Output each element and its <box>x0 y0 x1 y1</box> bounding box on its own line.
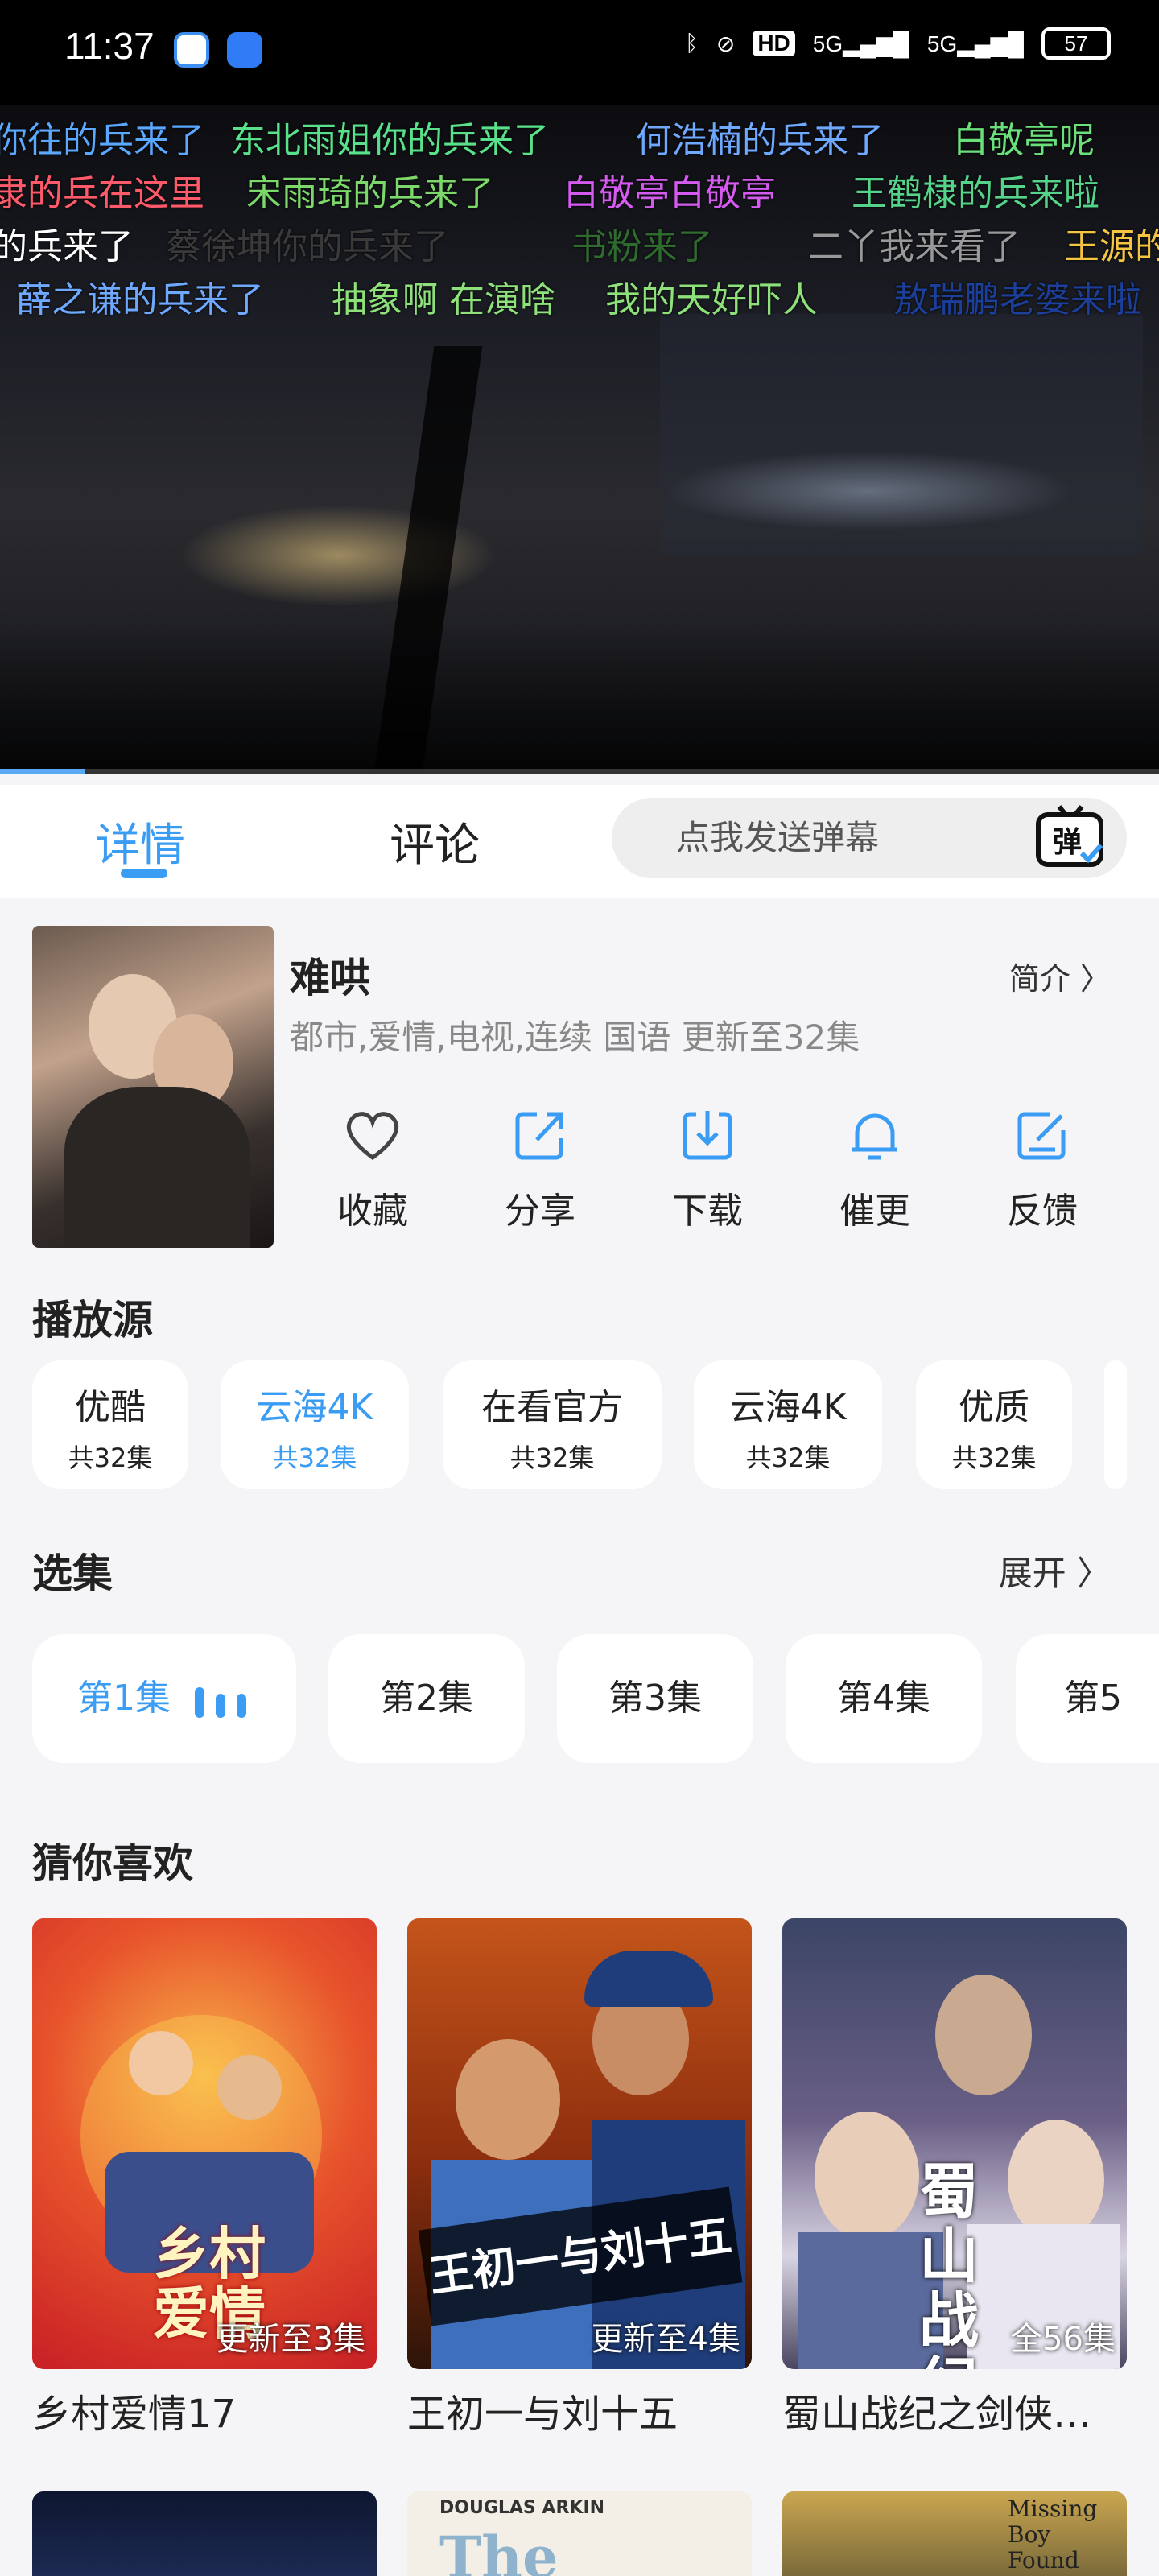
source-more-partial[interactable] <box>1104 1360 1127 1489</box>
show-title: 难哄 <box>290 955 370 1001</box>
danmaku-comment: 薛之谦的兵来了 <box>16 279 264 320</box>
status-bar: 11:37 ᛒ ⊘ HD 5G▂▄▆█ 5G▂▄▆█ 57 <box>0 0 1159 105</box>
source-youzhi[interactable]: 优质 共32集 <box>916 1360 1072 1489</box>
share-icon <box>515 1112 563 1160</box>
recommend-poster: 乡村爱情 更新至3集 <box>32 1918 377 2369</box>
chevron-right-icon: 〉 <box>1079 961 1111 997</box>
danmaku-comment: 白敬亭呢 <box>953 120 1095 161</box>
danmaku-comment: 王源的 <box>1064 226 1159 267</box>
feedback-button[interactable]: 反馈 <box>982 1103 1103 1233</box>
recommend-poster: 王初一与刘十五 更新至4集 <box>407 1918 752 2369</box>
source-yunhai-4k-active[interactable]: 云海4K 共32集 <box>221 1360 409 1489</box>
episode-1[interactable]: 第1集 <box>32 1634 296 1763</box>
danmaku-comment: 白敬亭白敬亭 <box>563 173 776 214</box>
danmaku-comment: 我的天好吓人 <box>605 279 818 320</box>
episode-count-badge: 全56集 <box>1010 2321 1116 2358</box>
recommend-heading: 猜你喜欢 <box>32 1840 193 1887</box>
recommend-card[interactable]: 蜀山战纪 全56集 蜀山战纪之剑侠… <box>782 1918 1127 2438</box>
feedback-icon <box>1017 1112 1066 1160</box>
danmaku-toggle-label: 弹 <box>1053 826 1082 859</box>
battery-icon: 57 <box>1041 27 1111 60</box>
update-badge: 更新至4集 <box>591 2321 740 2358</box>
poster-title: 蜀山战纪 <box>919 2157 979 2369</box>
poster-credit: DOUGLAS ARKIN <box>439 2498 605 2518</box>
danmaku-placeholder: 点我发送弹幕 <box>676 818 880 857</box>
danmaku-comment: 何浩楠的兵来了 <box>636 120 884 161</box>
source-zaikan-official[interactable]: 在看官方 共32集 <box>443 1360 662 1489</box>
show-poster[interactable] <box>32 926 274 1248</box>
foreground-shadow <box>0 620 1159 773</box>
source-youku[interactable]: 优酷 共32集 <box>32 1360 188 1489</box>
chevron-right-icon: 〉 <box>1076 1554 1111 1593</box>
progress-fill <box>0 769 85 774</box>
danmaku-comment: 宋雨琦的兵来了 <box>246 173 494 214</box>
danmaku-comment: 王鹤棣的兵来啦 <box>852 173 1099 214</box>
download-button[interactable]: 下载 <box>647 1103 768 1233</box>
recommend-title: 蜀山战纪之剑侠… <box>782 2392 1092 2437</box>
hd-badge: HD <box>753 31 795 56</box>
episodes-heading: 选集 <box>32 1550 113 1597</box>
share-button[interactable]: 分享 <box>480 1103 600 1233</box>
video-player[interactable]: 你往的兵来了 东北雨姐你的兵来了 何浩楠的兵来了 白敬亭呢隶的兵在这里 宋雨琦的兵来了 白… <box>0 105 1159 773</box>
episode-3[interactable]: 第3集 <box>557 1634 753 1763</box>
danmaku-comment: 二丫我来看了 <box>808 226 1021 267</box>
request-update-button[interactable]: 催更 <box>815 1103 935 1233</box>
show-meta: 都市,爱情,电视,连续 国语 更新至32集 <box>290 1018 860 1057</box>
danmaku-comment: 你往的兵来了 <box>0 120 204 161</box>
window-pane <box>660 314 1143 555</box>
episode-2[interactable]: 第2集 <box>328 1634 525 1763</box>
danmaku-comment: 隶的兵在这里 <box>0 173 204 214</box>
expand-episodes[interactable]: 展开 〉 <box>999 1546 1111 1596</box>
danmaku-comment: 的兵来了 <box>0 226 134 267</box>
feedback-label: 反馈 <box>1007 1191 1078 1232</box>
recommend-card[interactable]: 王初一与刘十五 更新至4集 王初一与刘十五 <box>407 1918 752 2438</box>
recommend-card-partial[interactable] <box>32 2491 377 2576</box>
share-label: 分享 <box>505 1191 575 1232</box>
download-label: 下载 <box>672 1191 743 1232</box>
link-icon: ⊘ <box>716 31 736 56</box>
danmaku-comment: 蔡徐坤你的兵来了 <box>166 226 449 267</box>
favorite-button[interactable]: 收藏 <box>312 1103 433 1233</box>
signal-5g-icon: 5G▂▄▆█ <box>812 31 909 56</box>
active-tab-indicator <box>121 869 167 878</box>
status-time: 11:37 <box>64 25 155 67</box>
sources-heading: 播放源 <box>32 1297 153 1344</box>
recommend-title: 乡村爱情17 <box>32 2392 237 2437</box>
poster-title: Missing Boy Found <box>1008 2496 1098 2574</box>
source-yunhai-4k[interactable]: 云海4K 共32集 <box>694 1360 882 1489</box>
danmaku-toggle-icon[interactable]: 弹 <box>1035 803 1107 871</box>
danmaku-comment: 书粉来了 <box>571 226 713 267</box>
tab-details[interactable]: 详情 <box>95 809 185 874</box>
poster-title: The <box>439 2524 559 2576</box>
recommend-title: 王初一与刘十五 <box>407 2392 678 2437</box>
tab-comments[interactable]: 评论 <box>390 809 480 874</box>
download-icon <box>683 1111 732 1160</box>
heart-icon <box>347 1112 398 1161</box>
recommend-card-partial[interactable]: Missing Boy Found <box>782 2491 1127 2576</box>
danmaku-comment: 抽象啊 在演啥 <box>332 279 555 320</box>
recommend-card[interactable]: 乡村爱情 更新至3集 乡村爱情17 <box>32 1918 377 2438</box>
danmaku-comment: 东北雨姐你的兵来了 <box>230 120 549 161</box>
danmaku-comment: 敖瑞鹏老婆来啦 <box>893 279 1141 320</box>
recommend-card-partial[interactable]: DOUGLAS ARKIN The <box>407 2491 752 2576</box>
episode-4[interactable]: 第4集 <box>786 1634 982 1763</box>
bell-icon <box>852 1113 897 1160</box>
request-update-label: 催更 <box>839 1191 910 1232</box>
recommend-poster: 蜀山战纪 全56集 <box>782 1918 1127 2369</box>
intro-link[interactable]: 简介 〉 <box>1009 954 1111 998</box>
update-badge: 更新至3集 <box>216 2321 365 2358</box>
playback-progress[interactable] <box>0 769 1159 774</box>
detail-content: 难哄 简介 〉 都市,爱情,电视,连续 国语 更新至32集 收藏 分享 下载 催… <box>0 898 1159 2576</box>
notification-app-icon <box>227 32 262 68</box>
signal-5g-icon: 5G▂▄▆█ <box>926 31 1024 56</box>
episode-5[interactable]: 第5 <box>1016 1634 1159 1763</box>
notification-app-icon <box>174 32 209 68</box>
playing-indicator-icon <box>195 1687 246 1718</box>
bluetooth-icon: ᛒ <box>685 31 699 56</box>
status-icons: ᛒ ⊘ HD 5G▂▄▆█ 5G▂▄▆█ 57 <box>685 27 1111 60</box>
detail-tabs: 详情 评论 点我发送弹幕 <box>0 785 1159 898</box>
favorite-label: 收藏 <box>337 1191 408 1232</box>
